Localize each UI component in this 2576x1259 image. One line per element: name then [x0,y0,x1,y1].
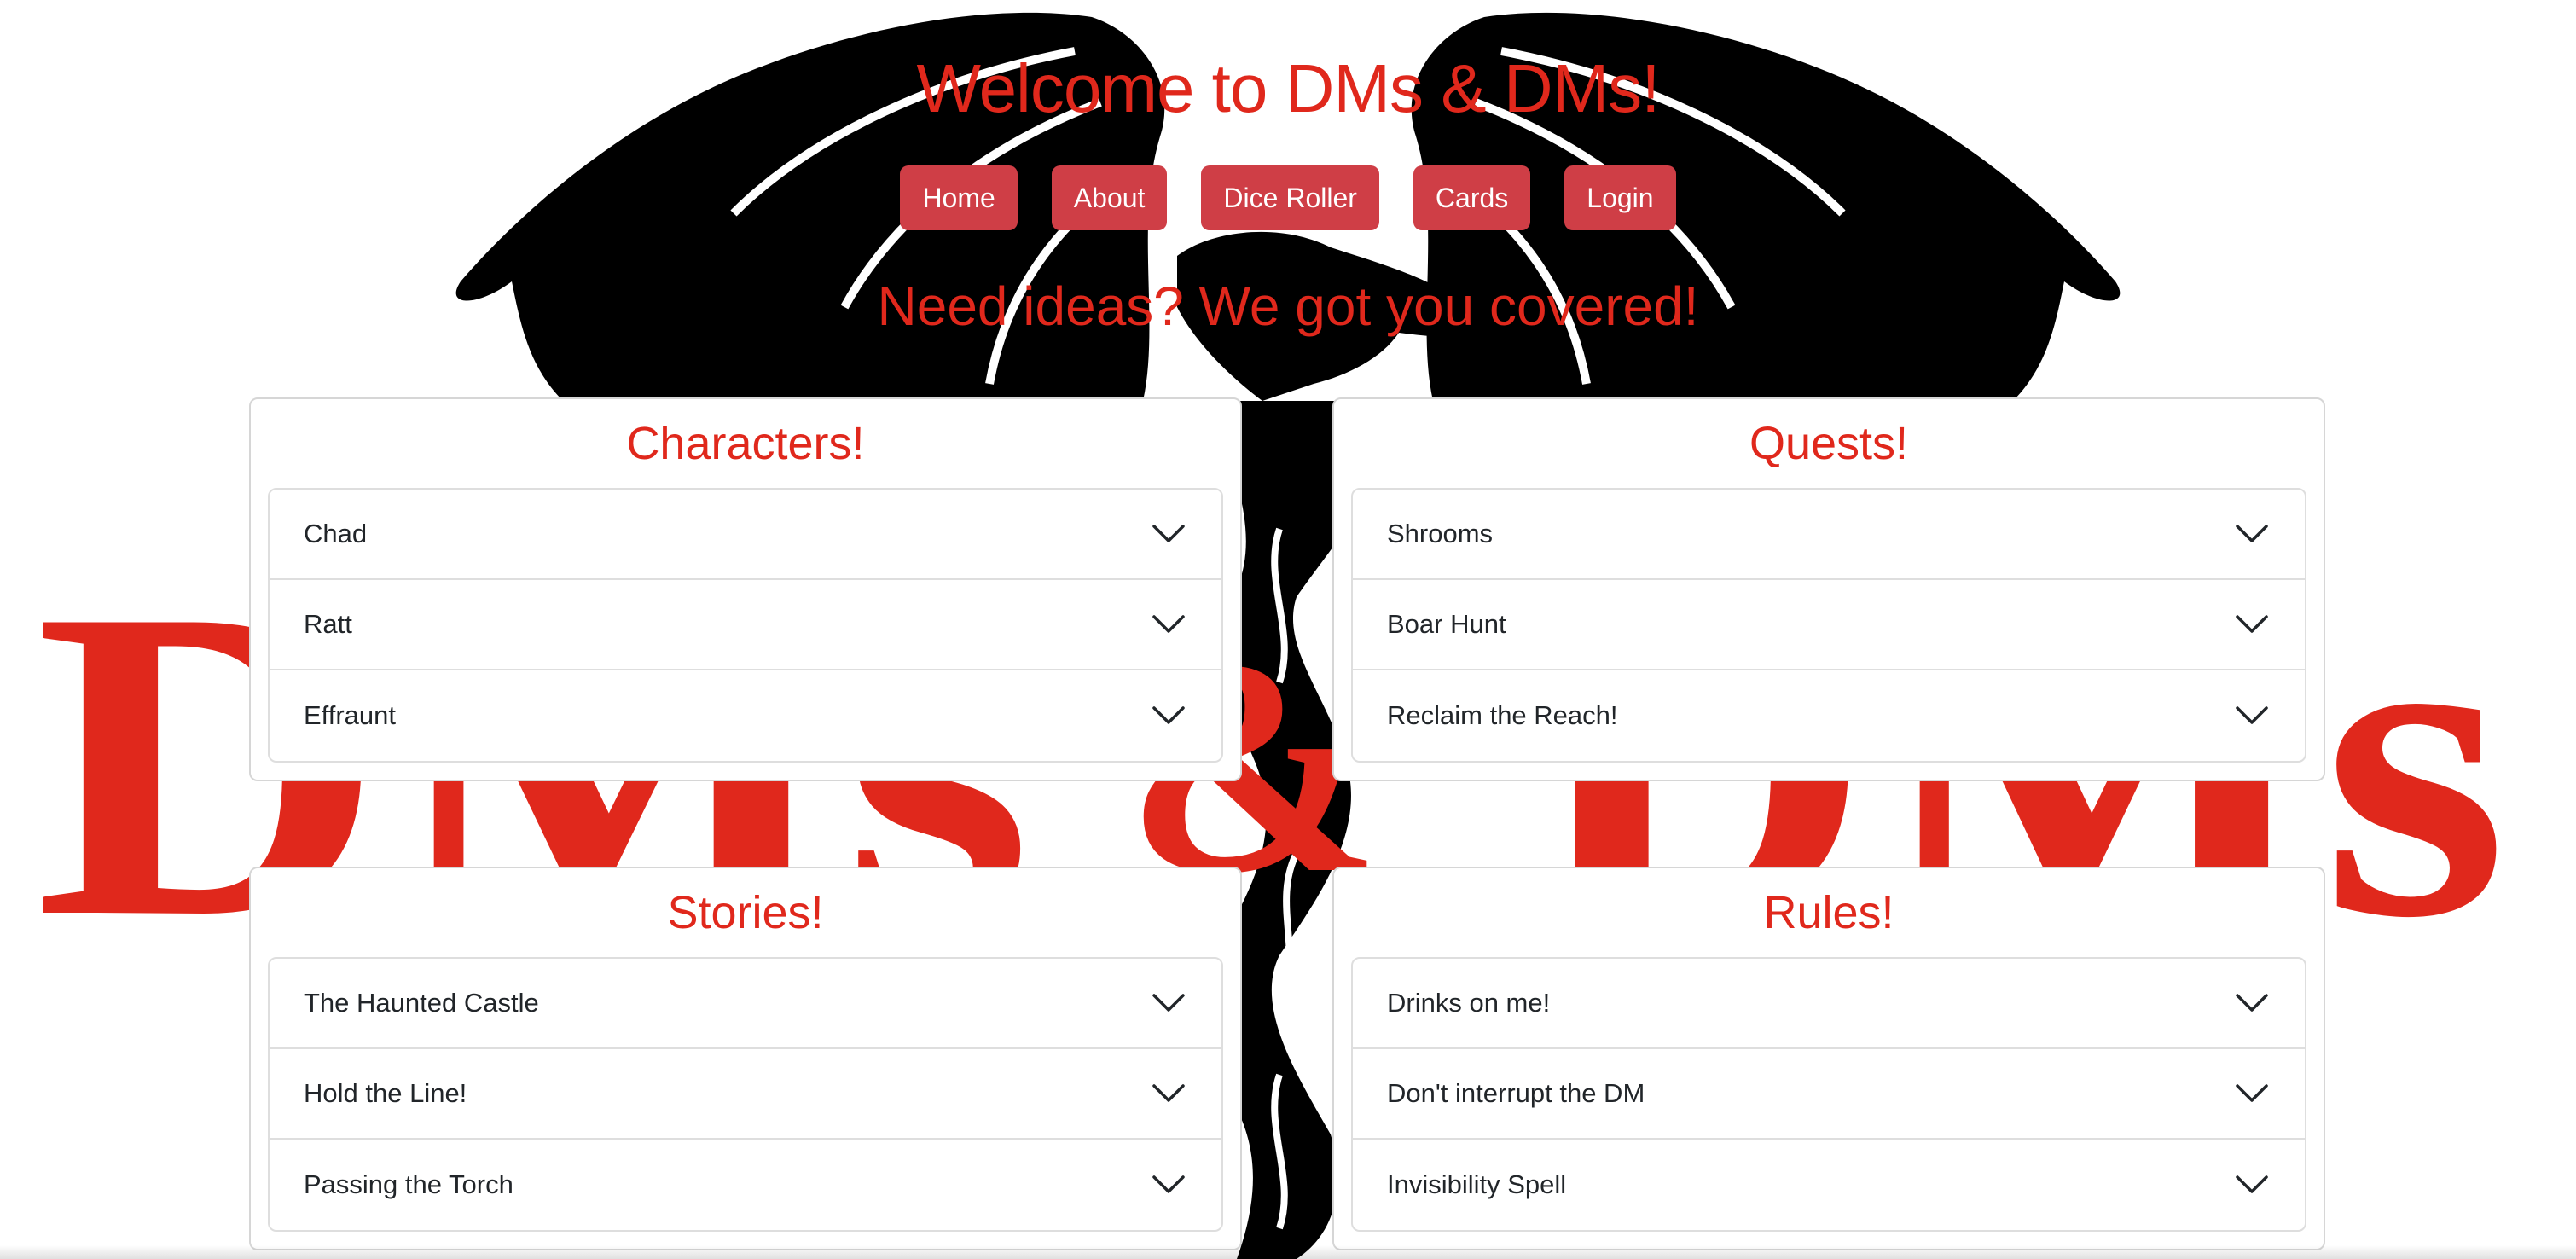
nav-cards-button[interactable]: Cards [1413,165,1531,230]
main-content: Welcome to DMs & DMs! Home About Dice Ro… [0,0,2576,1259]
accordion-item-effraunt[interactable]: Effraunt [270,670,1221,761]
accordion-item-label: The Haunted Castle [304,988,539,1018]
quests-accordion: Shrooms Boar Hunt Reclaim the Reach! [1351,488,2306,763]
chevron-down-icon [2236,1175,2268,1193]
accordion-item-passing-the-torch[interactable]: Passing the Torch [270,1140,1221,1230]
accordion-item-chad[interactable]: Chad [270,490,1221,580]
accordion-item-drinks-on-me[interactable]: Drinks on me! [1353,959,2305,1049]
chevron-down-icon [2236,1084,2268,1102]
chevron-down-icon [2236,994,2268,1012]
page: DMs & DMs Welcome to DMs & DMs! Home Abo… [0,0,2576,1259]
characters-card: Characters! Chad Ratt Effraunt [249,397,1242,781]
accordion-item-reclaim-the-reach[interactable]: Reclaim the Reach! [1353,670,2305,761]
stories-card: Stories! The Haunted Castle Hold the Lin… [249,867,1242,1250]
rules-card-title: Rules! [1763,887,1894,938]
main-nav: Home About Dice Roller Cards Login [0,165,2576,230]
rules-accordion: Drinks on me! Don't interrupt the DM Inv… [1351,957,2306,1232]
accordion-item-the-haunted-castle[interactable]: The Haunted Castle [270,959,1221,1049]
accordion-item-dont-interrupt-the-dm[interactable]: Don't interrupt the DM [1353,1049,2305,1140]
characters-accordion: Chad Ratt Effraunt [268,488,1223,763]
characters-card-title: Characters! [626,418,865,469]
chevron-down-icon [1152,1175,1185,1193]
accordion-item-hold-the-line[interactable]: Hold the Line! [270,1049,1221,1140]
nav-login-button[interactable]: Login [1564,165,1676,230]
chevron-down-icon [2236,706,2268,724]
nav-about-button[interactable]: About [1051,165,1168,230]
accordion-item-label: Don't interrupt the DM [1387,1078,1645,1108]
accordion-item-shrooms[interactable]: Shrooms [1353,490,2305,580]
quests-card: Quests! Shrooms Boar Hunt Reclaim the Re… [1332,397,2325,781]
accordion-item-label: Hold the Line! [304,1078,467,1108]
accordion-item-ratt[interactable]: Ratt [270,580,1221,670]
stories-accordion: The Haunted Castle Hold the Line! Passin… [268,957,1223,1232]
chevron-down-icon [2236,525,2268,542]
accordion-item-label: Shrooms [1387,519,1494,548]
window-bottom-edge [0,1245,2576,1259]
nav-home-button[interactable]: Home [900,165,1018,230]
accordion-item-label: Chad [304,519,368,548]
tagline: Need ideas? We got you covered! [877,276,1699,337]
quests-card-title: Quests! [1749,418,1909,469]
rules-card: Rules! Drinks on me! Don't interrupt the… [1332,867,2325,1250]
chevron-down-icon [1152,615,1185,633]
accordion-item-label: Passing the Torch [304,1169,513,1199]
accordion-item-label: Drinks on me! [1387,988,1551,1018]
nav-dice-roller-button[interactable]: Dice Roller [1201,165,1379,230]
accordion-item-label: Boar Hunt [1387,609,1506,639]
chevron-down-icon [1152,525,1185,542]
chevron-down-icon [1152,994,1185,1012]
page-title: Welcome to DMs & DMs! [916,50,1661,126]
accordion-item-boar-hunt[interactable]: Boar Hunt [1353,580,2305,670]
stories-card-title: Stories! [667,887,824,938]
chevron-down-icon [1152,706,1185,724]
accordion-item-label: Ratt [304,609,352,639]
accordion-item-label: Invisibility Spell [1387,1169,1567,1199]
accordion-item-label: Effraunt [304,700,397,730]
chevron-down-icon [1152,1084,1185,1102]
accordion-item-label: Reclaim the Reach! [1387,700,1618,730]
accordion-item-invisibility-spell[interactable]: Invisibility Spell [1353,1140,2305,1230]
chevron-down-icon [2236,615,2268,633]
